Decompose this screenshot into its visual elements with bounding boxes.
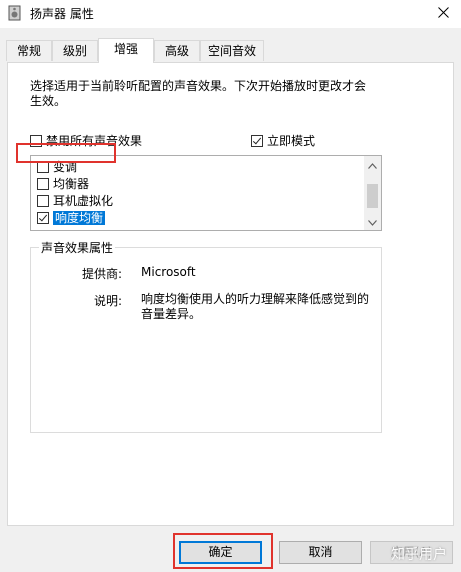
checkbox-box[interactable]: [30, 134, 42, 147]
watermark: 知乎用户: [391, 547, 447, 563]
scroll-thumb[interactable]: [367, 184, 378, 208]
tab-advanced[interactable]: 高级: [154, 40, 200, 61]
close-button[interactable]: [425, 0, 461, 28]
window-title: 扬声器 属性: [30, 7, 94, 21]
immediate-mode-checkbox[interactable]: 立即模式: [251, 132, 315, 149]
scroll-up-button[interactable]: [364, 156, 381, 173]
checkbox-box[interactable]: [37, 160, 49, 173]
disable-all-label: 禁用所有声音效果: [46, 134, 143, 148]
checkbox-box[interactable]: [37, 194, 49, 207]
description-text: 选择适用于当前聆听配置的声音效果。下次开始播放时更改才会生效。: [30, 79, 367, 108]
tab-general[interactable]: 常规: [6, 40, 52, 61]
ok-button[interactable]: 确定: [179, 541, 262, 564]
description-label: 说明:: [93, 294, 122, 308]
list-item-headphone-virtualization[interactable]: 耳机虚拟化: [37, 192, 113, 208]
immediate-mode-label: 立即模式: [267, 134, 316, 148]
list-item-loudness-equalization[interactable]: 响度均衡: [37, 209, 106, 225]
tab-levels[interactable]: 级别: [52, 40, 98, 61]
effects-list[interactable]: 变调 均衡器 耳机虚拟化 响度均衡: [30, 155, 382, 231]
enhancements-panel: 选择适用于当前聆听配置的声音效果。下次开始播放时更改才会生效。 禁用所有声音效果…: [7, 62, 454, 526]
list-item-pitch-shift[interactable]: 变调: [37, 158, 77, 174]
tab-enhancements[interactable]: 增强: [98, 38, 154, 63]
close-icon: [437, 7, 449, 21]
checkbox-box[interactable]: [251, 134, 263, 147]
group-title: 声音效果属性: [39, 239, 116, 256]
list-item-equalizer[interactable]: 均衡器: [37, 175, 89, 191]
tab-spatial-sound[interactable]: 空间音效: [200, 40, 264, 61]
description-value: 响度均衡使用人的听力理解来降低感觉到的音量差异。: [141, 292, 370, 321]
list-scrollbar[interactable]: [364, 156, 381, 230]
speaker-icon: [8, 5, 21, 21]
effect-properties-group: 声音效果属性 提供商: Microsoft 说明: 响度均衡使用人的听力理解来降…: [30, 239, 382, 433]
checkbox-box[interactable]: [37, 177, 49, 190]
cancel-button[interactable]: 取消: [279, 541, 362, 564]
chevron-up-icon: [368, 158, 377, 172]
scroll-down-button[interactable]: [364, 213, 381, 230]
title-bar: 扬声器 属性: [0, 0, 461, 28]
chevron-down-icon: [368, 215, 377, 229]
disable-all-effects-checkbox[interactable]: 禁用所有声音效果: [30, 132, 142, 149]
provider-label: 提供商:: [81, 267, 122, 281]
checkbox-box[interactable]: [37, 211, 49, 224]
provider-value: Microsoft: [141, 265, 196, 279]
